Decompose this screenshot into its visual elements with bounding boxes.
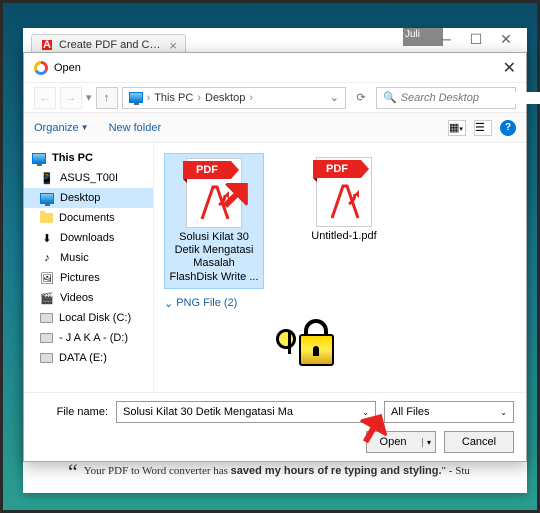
dialog-title: Open <box>54 62 81 74</box>
pdf-icon: PDF <box>186 158 242 228</box>
dialog-titlebar: Open ✕ <box>24 53 526 83</box>
tree-drive-e[interactable]: DATA (E:) <box>24 348 153 368</box>
file-label: Untitled-1.pdf <box>311 230 376 243</box>
cancel-button[interactable]: Cancel <box>444 431 514 453</box>
desktop-icon <box>40 193 54 204</box>
minimize-icon[interactable]: ─ <box>440 33 452 45</box>
tree-pictures[interactable]: 🖼Pictures <box>24 268 153 288</box>
new-folder-button[interactable]: New folder <box>109 122 162 134</box>
search-input[interactable]: 🔍 <box>376 87 516 109</box>
pc-icon <box>129 92 143 103</box>
download-icon: ⬇ <box>40 231 54 245</box>
folder-tree: This PC 📱ASUS_T00I Desktop Documents ⬇Do… <box>24 143 154 392</box>
pc-icon <box>32 153 46 164</box>
tree-music[interactable]: ♪Music <box>24 248 153 268</box>
search-icon: 🔍 <box>383 91 397 104</box>
breadcrumb[interactable]: › This PC › Desktop › ⌄ <box>122 87 346 109</box>
drive-icon <box>40 313 53 323</box>
nav-dropdown-icon[interactable]: ▾ <box>86 91 92 104</box>
tree-drive-d[interactable]: - J A K A - (D:) <box>24 328 153 348</box>
music-icon: ♪ <box>40 251 54 265</box>
tree-drive-c[interactable]: Local Disk (C:) <box>24 308 153 328</box>
file-item[interactable] <box>274 314 516 374</box>
tree-downloads[interactable]: ⬇Downloads <box>24 228 153 248</box>
nav-back-button[interactable]: ← <box>34 87 56 109</box>
phone-icon: 📱 <box>40 171 54 185</box>
refresh-button[interactable]: ⟳ <box>350 87 372 109</box>
dialog-close-icon[interactable]: ✕ <box>503 58 516 78</box>
tree-documents[interactable]: Documents <box>24 208 153 228</box>
tab-favicon: A <box>40 38 54 52</box>
dialog-footer: File name: Solusi Kilat 30 Detik Mengata… <box>24 392 526 461</box>
section-png-files[interactable]: ⌄PNG File (2) <box>164 297 516 310</box>
file-filter-select[interactable]: All Files⌄ <box>384 401 514 423</box>
drive-icon <box>40 353 53 363</box>
organize-button[interactable]: Organize ▼ <box>34 122 89 134</box>
tree-this-pc[interactable]: This PC <box>24 148 153 168</box>
chevron-right-icon: › <box>147 92 151 104</box>
view-details-button[interactable]: ☰ <box>474 120 492 136</box>
video-icon: 🎬 <box>40 291 54 305</box>
open-button[interactable]: Open <box>366 431 436 453</box>
tree-videos[interactable]: 🎬Videos <box>24 288 153 308</box>
file-item[interactable]: PDF Untitled-1.pdf <box>294 153 394 289</box>
help-button[interactable]: ? <box>500 120 516 136</box>
pdf-icon: PDF <box>316 157 372 227</box>
chrome-icon <box>34 61 48 75</box>
open-file-dialog: Open ✕ ← → ▾ ↑ › This PC › Desktop › ⌄ ⟳… <box>23 52 527 462</box>
close-icon[interactable]: ✕ <box>500 33 512 45</box>
nav-forward-button[interactable]: → <box>60 87 82 109</box>
chevron-down-icon: ⌄ <box>500 408 507 417</box>
breadcrumb-this-pc[interactable]: This PC <box>154 92 193 104</box>
filename-input[interactable]: Solusi Kilat 30 Detik Mengatasi Ma⌄ <box>116 401 376 423</box>
svg-text:A: A <box>43 39 51 51</box>
chevron-down-icon[interactable]: ⌄ <box>330 91 339 104</box>
drive-icon <box>40 333 53 343</box>
tree-item[interactable]: 📱ASUS_T00I <box>24 168 153 188</box>
breadcrumb-desktop[interactable]: Desktop <box>205 92 245 104</box>
file-label: Solusi Kilat 30 Detik Mengatasi Masalah … <box>169 231 259 284</box>
tab-title: Create PDF and Convert P <box>59 39 165 51</box>
quote-icon: “ <box>68 465 78 478</box>
png-thumbnail <box>274 314 344 374</box>
filename-label: File name: <box>36 406 108 418</box>
chevron-down-icon[interactable]: ⌄ <box>362 408 369 417</box>
chevron-right-icon: › <box>249 92 253 104</box>
nav-up-button[interactable]: ↑ <box>96 87 118 109</box>
dialog-toolbar: Organize ▼ New folder ▦▾ ☰ ? <box>24 113 526 143</box>
tree-desktop[interactable]: Desktop <box>24 188 153 208</box>
chevron-right-icon: › <box>197 92 201 104</box>
titlebar-accent: Juli <box>403 28 443 46</box>
nav-bar: ← → ▾ ↑ › This PC › Desktop › ⌄ ⟳ 🔍 <box>24 83 526 113</box>
view-thumbnails-button[interactable]: ▦▾ <box>448 120 466 136</box>
picture-icon: 🖼 <box>40 271 54 285</box>
file-list[interactable]: PDF Solusi Kilat 30 Detik Mengatasi Masa… <box>154 143 526 392</box>
chevron-down-icon: ⌄ <box>164 297 173 310</box>
tab-close-icon[interactable]: × <box>169 38 177 53</box>
maximize-icon[interactable]: ☐ <box>470 33 482 45</box>
folder-icon <box>40 213 53 223</box>
file-item-selected[interactable]: PDF Solusi Kilat 30 Detik Mengatasi Masa… <box>164 153 264 289</box>
